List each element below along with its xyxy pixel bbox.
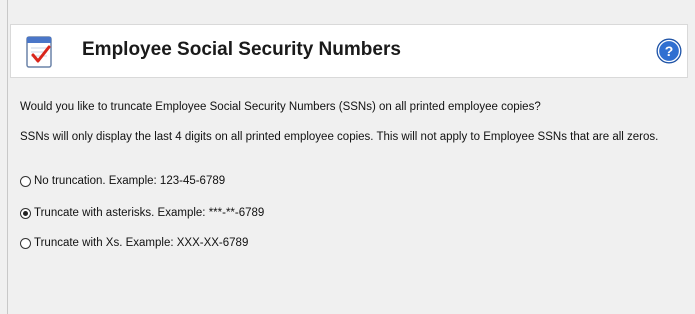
radio-truncate-xs[interactable] [20, 237, 31, 249]
option-label: Truncate with Xs. Example: XXX-XX-6789 [34, 237, 249, 249]
help-question-icon[interactable]: ? [656, 38, 682, 64]
header-panel: Employee Social Security Numbers ? [10, 24, 688, 78]
checklist-document-icon [26, 36, 52, 68]
truncation-info: SSNs will only display the last 4 digits… [20, 131, 659, 143]
truncation-question: Would you like to truncate Employee Soci… [20, 101, 541, 113]
option-no-truncation[interactable]: No truncation. Example: 123-45-6789 [20, 173, 225, 189]
option-truncate-xs[interactable]: Truncate with Xs. Example: XXX-XX-6789 [20, 235, 248, 251]
left-panel-edge [0, 0, 8, 314]
option-label: Truncate with asterisks. Example: ***-**… [34, 207, 265, 219]
radio-no-truncation[interactable] [20, 175, 31, 187]
option-label: No truncation. Example: 123-45-6789 [34, 175, 226, 187]
ssn-settings-page: Employee Social Security Numbers ? Would… [0, 0, 695, 314]
svg-text:?: ? [665, 43, 674, 59]
option-truncate-asterisks[interactable]: Truncate with asterisks. Example: ***-**… [20, 205, 264, 221]
page-title: Employee Social Security Numbers [82, 39, 401, 60]
radio-truncate-asterisks[interactable] [20, 207, 31, 219]
